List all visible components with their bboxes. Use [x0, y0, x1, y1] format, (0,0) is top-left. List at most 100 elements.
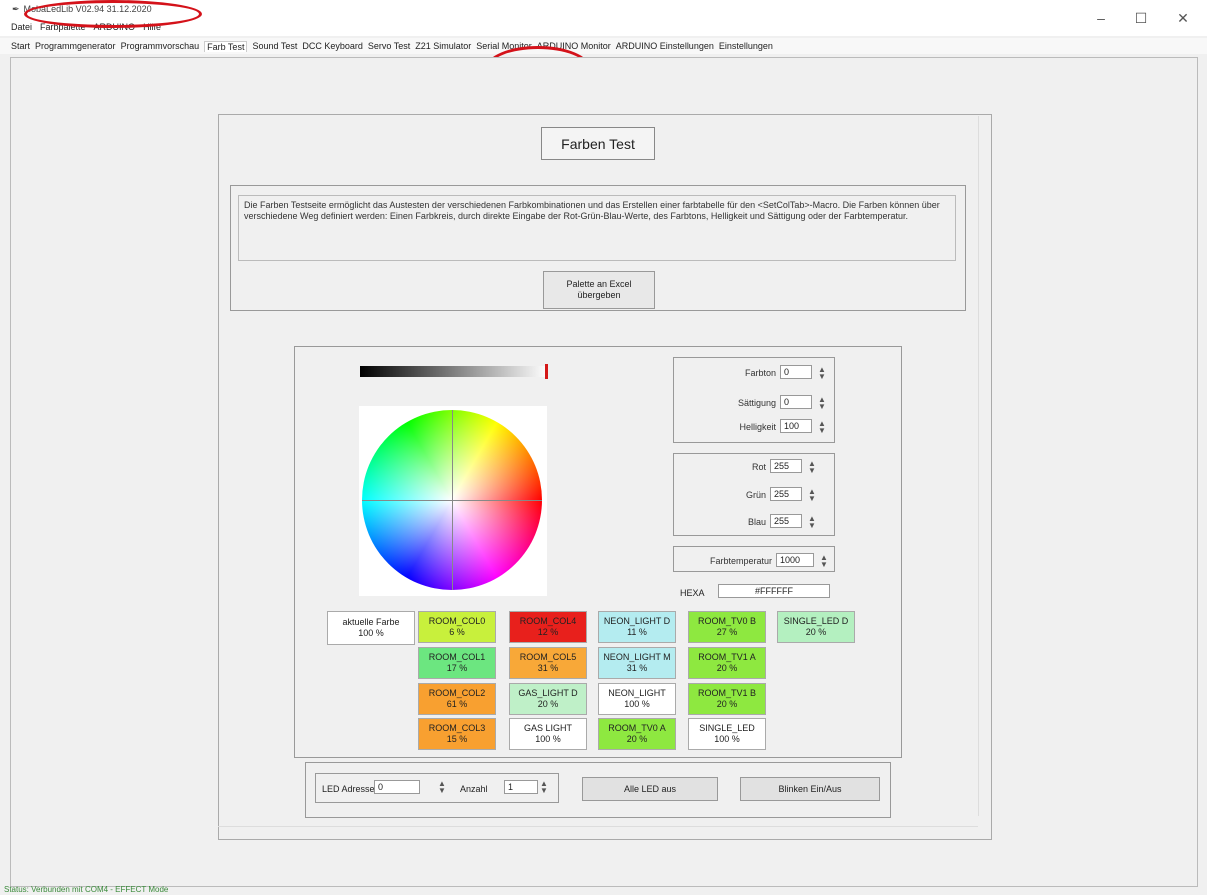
swatch-name: ROOM_TV1 A	[698, 652, 756, 662]
spinner-arrows-icon[interactable]: ▲ ▼	[815, 420, 829, 435]
tab-farb-test[interactable]: Farb Test	[204, 40, 248, 52]
color-swatch[interactable]: ROOM_TV1 B 20 %	[688, 683, 766, 715]
swatch-name: ROOM_TV0 A	[608, 723, 666, 733]
swatch-name: ROOM_COL2	[428, 688, 486, 698]
farbton-label: Farbton	[744, 368, 776, 378]
tab-sound-test[interactable]: Sound Test	[252, 41, 297, 51]
brightness-gradient-bar[interactable]	[360, 366, 548, 377]
led-adresse-label: LED Adresse	[322, 784, 375, 794]
swatch-name: ROOM_COL5	[519, 652, 577, 662]
version-highlight-ring	[24, 0, 202, 28]
swatch-name: ROOM_TV1 B	[697, 688, 756, 698]
close-icon[interactable]: ✕	[1168, 10, 1198, 27]
color-swatch[interactable]: NEON_LIGHT M 31 %	[598, 647, 676, 679]
swatch-pct: 15 %	[446, 734, 468, 744]
color-swatch[interactable]: ROOM_TV0 B 27 %	[688, 611, 766, 643]
color-swatch[interactable]: ROOM_COL3 15 %	[418, 718, 496, 750]
saettigung-label: Sättigung	[737, 398, 776, 408]
current-color-pct: 100 %	[358, 628, 384, 638]
swatch-pct: 20 %	[537, 699, 559, 709]
spinner-arrows-icon[interactable]: ▲ ▼	[815, 396, 829, 411]
spinner-arrows-icon[interactable]: ▲ ▼	[805, 488, 819, 503]
color-swatch[interactable]: ROOM_COL5 31 %	[509, 647, 587, 679]
tab-arduino-einstellungen[interactable]: ARDUINO Einstellungen	[616, 41, 714, 51]
color-swatch[interactable]: ROOM_TV0 A 20 %	[598, 718, 676, 750]
swatch-pct: 31 %	[626, 663, 648, 673]
anzahl-spinner-icon[interactable]: ▲ ▼	[540, 780, 552, 795]
page-title: Farben Test	[541, 127, 655, 160]
swatch-pct: 31 %	[537, 663, 559, 673]
tab-programmgenerator[interactable]: Programmgenerator	[35, 41, 116, 51]
tab-programmvorschau[interactable]: Programmvorschau	[121, 41, 200, 51]
anzahl-label: Anzahl	[460, 784, 488, 794]
description-text: Die Farben Testseite ermöglicht das Aust…	[238, 195, 956, 261]
farbton-input[interactable]: 0 ▲ ▼	[780, 365, 826, 381]
swatch-pct: 61 %	[446, 699, 468, 709]
color-swatch[interactable]: ROOM_COL1 17 %	[418, 647, 496, 679]
swatch-pct: 27 %	[716, 627, 738, 637]
swatch-pct: 20 %	[716, 663, 738, 673]
anzahl-input[interactable]: 1	[504, 780, 538, 794]
color-swatch[interactable]: SINGLE_LED D 20 %	[777, 611, 855, 643]
alle-led-aus-button[interactable]: Alle LED aus	[582, 777, 718, 801]
maximize-icon[interactable]: ☐	[1126, 10, 1156, 27]
swatch-name: ROOM_COL0	[428, 616, 486, 626]
gruen-input[interactable]: 255 ▲ ▼	[770, 487, 816, 503]
saettigung-input[interactable]: 0 ▲ ▼	[780, 395, 826, 411]
helligkeit-input[interactable]: 100 ▲ ▼	[780, 419, 826, 435]
blau-label: Blau	[747, 517, 766, 527]
excel-button-line1: Palette an Excel	[566, 279, 632, 289]
tab-einstellungen[interactable]: Einstellungen	[719, 41, 773, 51]
tab-dcc-keyboard[interactable]: DCC Keyboard	[302, 41, 363, 51]
gruen-label: Grün	[745, 490, 766, 500]
app-feather-icon: ✒	[12, 3, 20, 14]
tab-z21-simulator[interactable]: Z21 Simulator	[415, 41, 471, 51]
swatch-pct: 12 %	[537, 627, 559, 637]
brightness-marker[interactable]	[545, 364, 548, 379]
color-swatch[interactable]: NEON_LIGHT D 11 %	[598, 611, 676, 643]
swatch-name: ROOM_COL4	[519, 616, 577, 626]
horizontal-scrollbar[interactable]	[218, 826, 978, 839]
spinner-arrows-icon[interactable]: ▲ ▼	[805, 515, 819, 530]
led-adresse-input[interactable]: 0	[374, 780, 420, 794]
swatch-pct: 6 %	[449, 627, 465, 637]
swatch-pct: 100 %	[624, 699, 650, 709]
farbtemperatur-input[interactable]: 1000 ▲ ▼	[776, 553, 828, 569]
spinner-arrows-icon[interactable]: ▲ ▼	[805, 460, 819, 475]
color-swatch[interactable]: ROOM_COL2 61 %	[418, 683, 496, 715]
swatch-name: GAS_LIGHT D	[518, 688, 578, 698]
swatch-name: SINGLE_LED D	[783, 616, 849, 626]
swatch-name: NEON_LIGHT D	[603, 616, 671, 626]
swatch-name: SINGLE_LED	[699, 723, 755, 733]
spinner-arrows-icon[interactable]: ▲ ▼	[817, 554, 831, 569]
status-bar: Status: Verbunden mit COM4 - EFFECT Mode	[4, 885, 169, 894]
menu-datei[interactable]: Datei	[11, 22, 32, 36]
hexa-label: HEXA	[680, 588, 705, 598]
current-color-swatch[interactable]: aktuelle Farbe 100 %	[327, 611, 415, 645]
color-swatch[interactable]: NEON_LIGHT 100 %	[598, 683, 676, 715]
palette-to-excel-button[interactable]: Palette an Excel übergeben	[543, 271, 655, 309]
color-swatch[interactable]: ROOM_COL0 6 %	[418, 611, 496, 643]
spinner-arrows-icon[interactable]: ▲ ▼	[815, 366, 829, 381]
color-swatch[interactable]: SINGLE_LED 100 %	[688, 718, 766, 750]
tab-start[interactable]: Start	[11, 41, 30, 51]
blinken-button[interactable]: Blinken Ein/Aus	[740, 777, 880, 801]
minimize-icon[interactable]: –	[1086, 10, 1116, 26]
hexa-input[interactable]: #FFFFFF	[718, 584, 830, 598]
color-swatch[interactable]: GAS_LIGHT D 20 %	[509, 683, 587, 715]
rot-label: Rot	[751, 462, 766, 472]
rot-input[interactable]: 255 ▲ ▼	[770, 459, 816, 475]
color-swatch[interactable]: ROOM_COL4 12 %	[509, 611, 587, 643]
color-swatch[interactable]: ROOM_TV1 A 20 %	[688, 647, 766, 679]
swatch-pct: 100 %	[714, 734, 740, 744]
swatch-pct: 20 %	[716, 699, 738, 709]
blau-input[interactable]: 255 ▲ ▼	[770, 514, 816, 530]
swatch-name: ROOM_COL3	[428, 723, 486, 733]
swatch-name: ROOM_COL1	[428, 652, 486, 662]
swatch-pct: 100 %	[535, 734, 561, 744]
color-swatch[interactable]: GAS LIGHT 100 %	[509, 718, 587, 750]
wheel-crosshair-v	[452, 410, 453, 590]
led-adresse-spinner-icon[interactable]: ▲ ▼	[438, 780, 450, 795]
vertical-scrollbar[interactable]	[978, 116, 989, 816]
tab-servo-test[interactable]: Servo Test	[368, 41, 410, 51]
